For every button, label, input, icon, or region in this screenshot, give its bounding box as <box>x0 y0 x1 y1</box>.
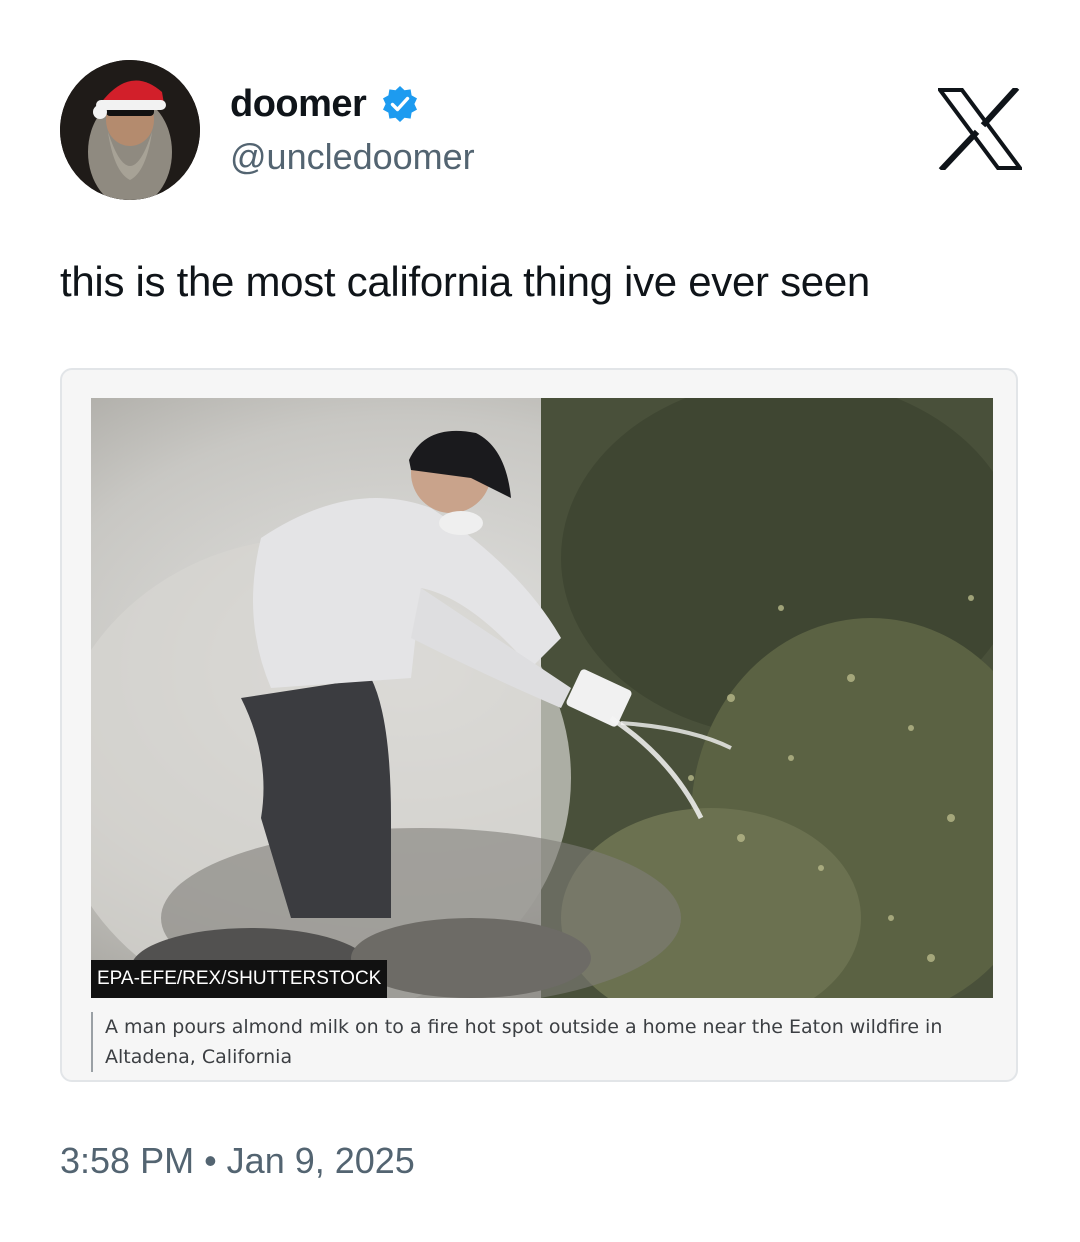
photo-credit: EPA-EFE/REX/SHUTTERSTOCK <box>91 960 388 998</box>
photo-man-pouring-milk-icon <box>91 398 993 998</box>
embedded-article-card[interactable]: EPA-EFE/REX/SHUTTERSTOCK A man pours alm… <box>60 368 1018 1082</box>
x-logo-icon[interactable] <box>938 88 1022 170</box>
display-name[interactable]: doomer <box>230 83 367 126</box>
avatar[interactable] <box>60 60 200 200</box>
author-handle[interactable]: @uncledoomer <box>230 136 475 178</box>
tweet-timestamp[interactable]: 3:58 PM • Jan 9, 2025 <box>60 1140 415 1182</box>
avatar-image <box>60 60 200 200</box>
tweet-text: this is the most california thing ive ev… <box>60 258 870 305</box>
verified-badge-icon <box>383 86 418 122</box>
news-photo[interactable] <box>91 398 993 998</box>
photo-caption: A man pours almond milk on to a fire hot… <box>91 1012 965 1072</box>
author-name-row: doomer <box>230 80 420 128</box>
